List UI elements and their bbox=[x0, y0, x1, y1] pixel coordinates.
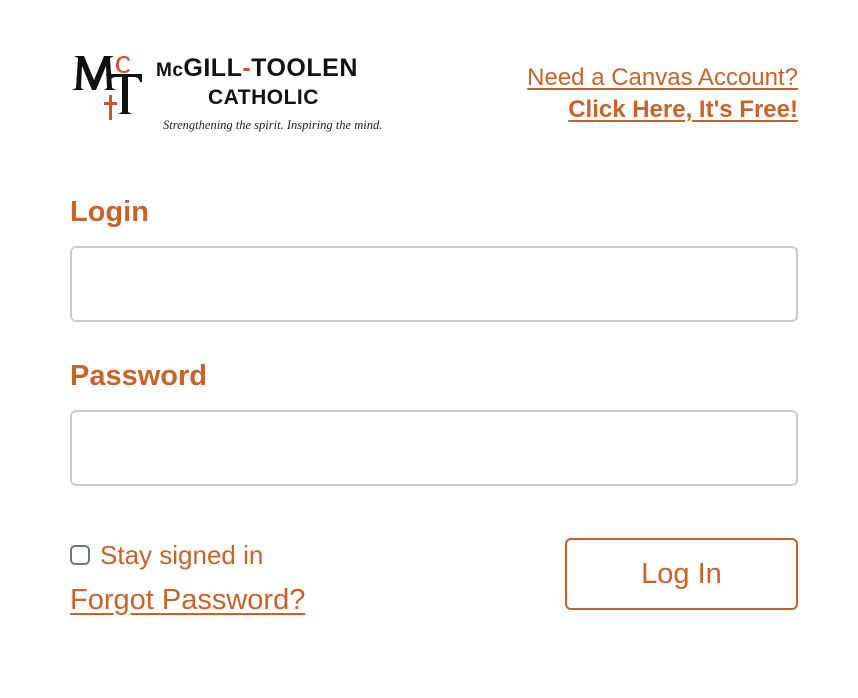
monogram-logo-icon bbox=[72, 56, 142, 120]
logo-name-hyphen: - bbox=[242, 54, 252, 82]
stay-signed-in-checkbox[interactable]: Stay signed in bbox=[70, 540, 263, 571]
login-page: McGILL-TOOLEN CATHOLIC Strengthening the… bbox=[0, 0, 858, 698]
logo-school-name-line2: CATHOLIC bbox=[208, 86, 319, 109]
login-label: Login bbox=[70, 196, 149, 228]
school-logo: McGILL-TOOLEN CATHOLIC Strengthening the… bbox=[70, 52, 400, 138]
logo-school-name-line1: McGILL-TOOLEN bbox=[156, 54, 358, 83]
forgot-password-link[interactable]: Forgot Password? bbox=[70, 584, 305, 617]
logo-tagline: Strengthening the spirit. Inspiring the … bbox=[163, 118, 383, 132]
log-in-button[interactable]: Log In bbox=[565, 538, 798, 610]
logo-name-toolen: TOOLEN bbox=[251, 54, 358, 82]
logo-name-gill: GILL bbox=[183, 54, 243, 82]
account-links: Need a Canvas Account? Click Here, It's … bbox=[527, 62, 798, 126]
logo-name-mc: Mc bbox=[156, 60, 184, 81]
stay-signed-in-label: Stay signed in bbox=[100, 540, 264, 570]
login-input[interactable] bbox=[70, 246, 798, 322]
password-label: Password bbox=[70, 360, 207, 392]
checkbox-icon[interactable] bbox=[70, 544, 90, 565]
password-input[interactable] bbox=[70, 410, 798, 486]
click-here-free-link[interactable]: Click Here, It's Free! bbox=[527, 94, 798, 126]
need-canvas-account-link[interactable]: Need a Canvas Account? bbox=[527, 62, 798, 94]
